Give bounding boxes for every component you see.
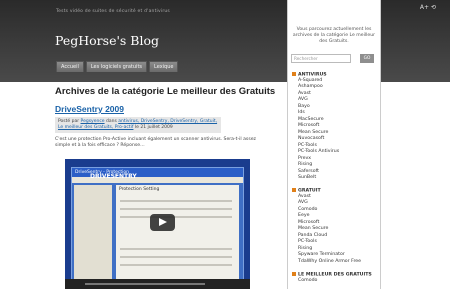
section-meilleur-gratuits: LE MEILLEUR DES GRATUITS Comodo — [292, 272, 372, 284]
bullet-icon — [292, 272, 296, 276]
bullet-icon — [292, 72, 296, 76]
section-gratuit: GRATUIT Avast AVG Comodo Eeye Microsoft … — [292, 188, 361, 265]
font-size-controls[interactable]: A+ ⟲ — [420, 4, 436, 11]
site-header: Tests vidéo de suites de sécurité et d'a… — [0, 0, 450, 82]
post-excerpt: C'est une protection Pro-Active incluant… — [55, 137, 256, 148]
category-heading: Archives de la catégorie Le meilleur des… — [55, 86, 276, 97]
tab-logiciels-gratuits[interactable]: Les logiciels gratuits — [85, 61, 148, 72]
section-antivirus: ANTIVIRUS A-Squared Ashampoo Avast AVG B… — [292, 72, 339, 182]
video-brand: DRIVESENTRY — [90, 173, 137, 180]
video-progress-bar[interactable] — [85, 283, 205, 285]
video-panel-line — [120, 216, 232, 218]
sidebar: Vous parcourez actuellement les archives… — [287, 0, 381, 289]
sidebar-link[interactable]: TdaWhy Online Armor Free — [298, 259, 361, 266]
tab-accueil[interactable]: Accueil — [56, 61, 84, 72]
search-input[interactable]: Rechercher — [291, 54, 351, 63]
play-icon[interactable] — [150, 214, 175, 231]
video-sidebar — [74, 185, 112, 283]
search-button[interactable]: GO — [360, 54, 374, 63]
video-panel-line — [120, 256, 232, 258]
section-title: GRATUIT — [298, 188, 321, 194]
main-content: Archives de la catégorie Le meilleur des… — [55, 86, 280, 149]
site-tagline: Tests vidéo de suites de sécurité et d'a… — [56, 9, 170, 14]
tab-lexique[interactable]: Lexique — [149, 61, 179, 72]
meta-in: dans — [104, 119, 119, 124]
post-date: le 21 juillet 2009 — [133, 125, 173, 130]
video-panel-title: Protection Setting — [119, 187, 160, 192]
video-panel-line — [120, 208, 232, 210]
video-player[interactable]: DriveSentry - Protection DRIVESENTRY Pro… — [65, 159, 250, 289]
sidebar-link[interactable]: Comodo — [298, 278, 372, 285]
section-title: LE MEILLEUR DES GRATUITS — [298, 272, 372, 278]
video-panel-line — [120, 264, 232, 266]
author-link[interactable]: Pegsyence — [81, 119, 105, 124]
blog-title[interactable]: PegHorse's Blog — [55, 33, 159, 48]
meta-prefix: Posté par — [58, 119, 81, 124]
post-meta: Posté par Pegsyence dans antivirus, Driv… — [55, 117, 221, 133]
bullet-icon — [292, 188, 296, 192]
sidebar-intro: Vous parcourez actuellement les archives… — [292, 27, 376, 44]
video-panel-line — [120, 248, 232, 250]
sidebar-link[interactable]: PC-Tools Antivirus — [298, 149, 339, 156]
sidebar-link[interactable]: SunBelt — [298, 175, 339, 182]
post-title-link[interactable]: DriveSentry 2009 — [55, 104, 280, 114]
section-title: ANTIVIRUS — [298, 72, 327, 78]
main-navigation: Accueil Les logiciels gratuits Lexique — [56, 61, 179, 72]
video-panel-line — [120, 200, 232, 202]
